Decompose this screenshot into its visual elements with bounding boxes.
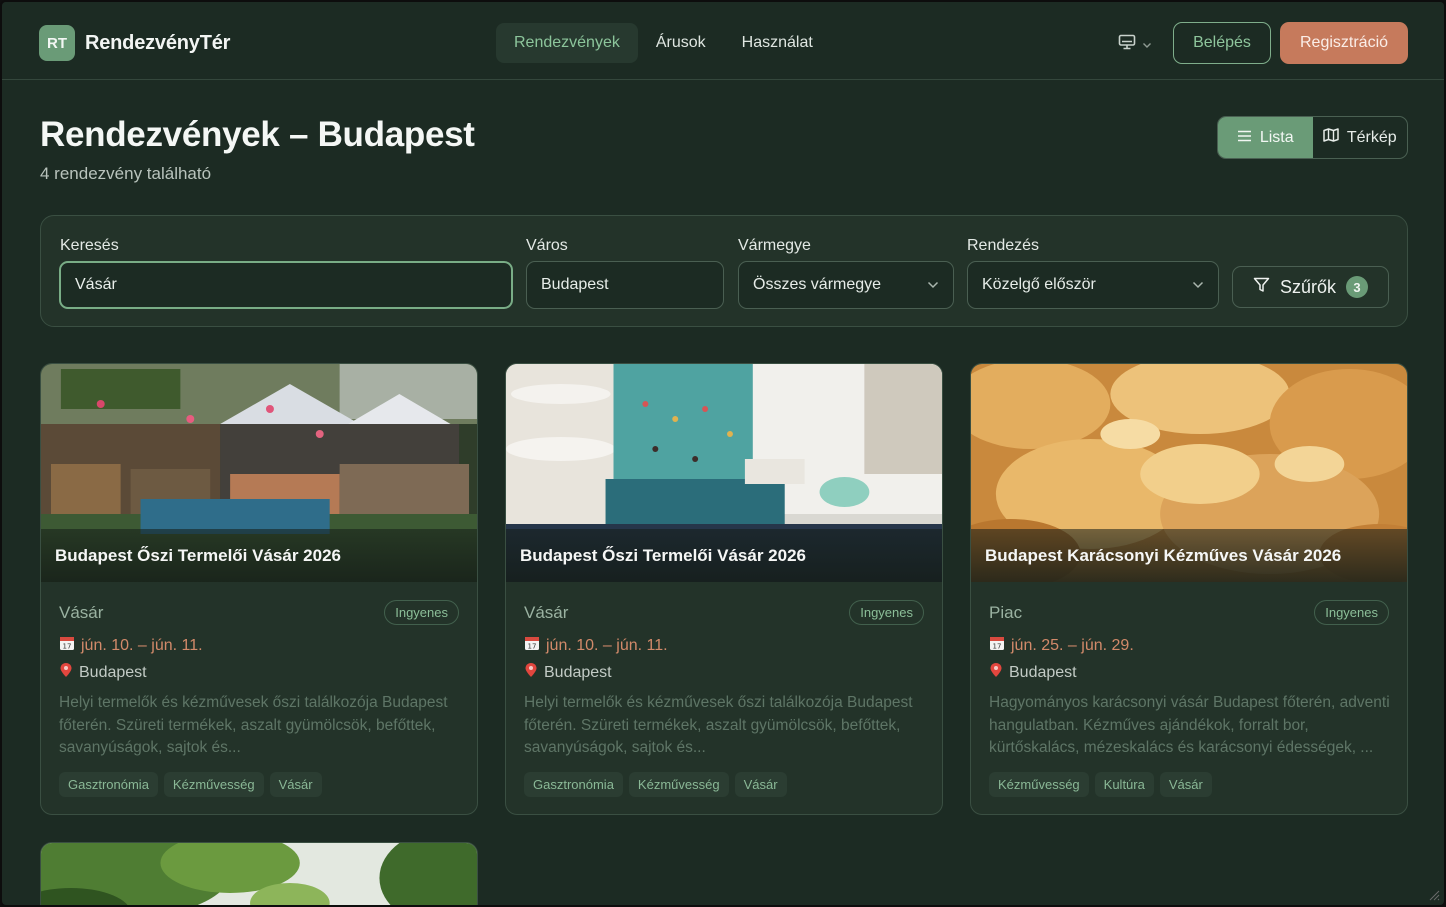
event-category: Piac xyxy=(989,603,1023,622)
event-date: 17 jún. 10. – jún. 11. xyxy=(59,635,203,656)
main-nav: Rendezvények Árusok Használat xyxy=(496,23,831,63)
svg-text:17: 17 xyxy=(63,643,72,651)
price-badge: Ingyenes xyxy=(1314,600,1389,625)
calendar-icon: 17 xyxy=(989,635,1005,656)
tag[interactable]: Gasztronómia xyxy=(524,772,623,797)
event-location: Budapest xyxy=(989,662,1077,683)
event-tags: Kézművesség Kultúra Vásár xyxy=(989,772,1212,797)
calendar-icon: 17 xyxy=(524,635,540,656)
county-value: Összes vármegye xyxy=(753,276,882,293)
event-city: Budapest xyxy=(79,663,147,681)
logo-badge: RT xyxy=(39,25,75,61)
display-mode-dropdown[interactable] xyxy=(1118,34,1152,55)
brand-logo[interactable]: RT RendezvényTér xyxy=(39,25,230,61)
svg-text:17: 17 xyxy=(528,643,537,651)
event-card[interactable]: Budapest Őszi Termelői Vásár 2026 Vásár … xyxy=(40,363,478,815)
chevron-down-icon xyxy=(1142,36,1152,54)
event-description: Helyi termelők és kézművesek őszi találk… xyxy=(524,694,913,756)
event-city: Budapest xyxy=(1009,663,1077,681)
nav-item-events[interactable]: Rendezvények xyxy=(496,23,638,63)
event-date-text: jún. 10. – jún. 11. xyxy=(81,636,203,654)
price-badge: Ingyenes xyxy=(384,600,459,625)
calendar-icon: 17 xyxy=(59,635,75,656)
login-button[interactable]: Belépés xyxy=(1173,22,1271,64)
tag[interactable]: Vásár xyxy=(1159,772,1212,797)
filter-icon xyxy=(1253,277,1270,298)
results-count: 4 rendezvény található xyxy=(40,164,212,183)
page-title: Rendezvények – Budapest xyxy=(40,115,475,154)
event-card[interactable]: Budapest Őszi Termelői Vásár 2026 Vásár … xyxy=(505,363,943,815)
tag[interactable]: Kézművesség xyxy=(989,772,1089,797)
event-description: Helyi termelők és kézművesek őszi találk… xyxy=(59,694,448,756)
pin-icon xyxy=(59,662,73,683)
event-location: Budapest xyxy=(59,662,147,683)
chevron-down-icon xyxy=(927,276,939,294)
event-description: Hagyományos karácsonyi vásár Budapest fő… xyxy=(989,694,1390,756)
chevron-down-icon xyxy=(1192,276,1204,294)
search-input[interactable] xyxy=(75,276,497,294)
event-title[interactable]: Budapest Őszi Termelői Vásár 2026 xyxy=(41,529,477,582)
county-label: Vármegye xyxy=(738,237,811,254)
filter-panel: Keresés Város Budapest Vármegye Összes v… xyxy=(40,215,1408,327)
monitor-icon xyxy=(1118,34,1136,55)
map-icon xyxy=(1323,128,1339,147)
event-city: Budapest xyxy=(544,663,612,681)
sort-select[interactable]: Közelgő először xyxy=(967,261,1219,309)
svg-text:17: 17 xyxy=(993,643,1002,651)
tag[interactable]: Kézművesség xyxy=(628,772,729,797)
pin-icon xyxy=(524,662,538,683)
list-icon xyxy=(1237,129,1252,147)
tag[interactable]: Kézművesség xyxy=(163,772,264,797)
event-title[interactable]: Budapest Őszi Termelői Vásár 2026 xyxy=(506,529,942,582)
map-view-button[interactable]: Térkép xyxy=(1313,117,1408,158)
sort-label: Rendezés xyxy=(967,237,1040,254)
filters-button-label: Szűrők xyxy=(1279,276,1337,297)
nav-item-usage[interactable]: Használat xyxy=(724,23,831,63)
list-view-button[interactable]: Lista xyxy=(1218,117,1313,158)
sort-value: Közelgő először xyxy=(982,276,1096,293)
county-select[interactable]: Összes vármegye xyxy=(738,261,954,309)
event-date: 17 jún. 25. – jún. 29. xyxy=(989,635,1134,656)
pin-icon xyxy=(989,662,1003,683)
filters-count-badge: 3 xyxy=(1346,276,1369,298)
event-title[interactable]: Budapest Karácsonyi Kézműves Vásár 2026 xyxy=(971,529,1407,582)
event-date-text: jún. 25. – jún. 29. xyxy=(1011,636,1134,654)
tag[interactable]: Gasztronómia xyxy=(59,772,158,797)
tag[interactable]: Vásár xyxy=(734,772,787,797)
nav-item-vendors[interactable]: Árusok xyxy=(638,23,724,63)
city-value: Budapest xyxy=(541,276,609,293)
event-tags: Gasztronómia Kézművesség Vásár xyxy=(59,772,322,797)
event-category: Vásár xyxy=(524,603,569,622)
event-date-text: jún. 10. – jún. 11. xyxy=(546,636,668,654)
price-badge: Ingyenes xyxy=(849,600,924,625)
tag[interactable]: Kultúra xyxy=(1094,772,1154,797)
event-location: Budapest xyxy=(524,662,612,683)
app-window: RT RendezvényTér Rendezvények Árusok Has… xyxy=(0,0,1446,907)
view-toggle: Lista Térkép xyxy=(1217,116,1408,159)
register-button[interactable]: Regisztráció xyxy=(1280,22,1408,64)
search-label: Keresés xyxy=(60,237,119,254)
event-image-trees xyxy=(41,843,477,905)
city-label: Város xyxy=(526,237,568,254)
event-date: 17 jún. 10. – jún. 11. xyxy=(524,635,668,656)
filters-button[interactable]: Szűrők 3 xyxy=(1232,266,1389,308)
event-category: Vásár xyxy=(59,603,104,622)
list-view-label: Lista xyxy=(1259,128,1294,146)
event-card[interactable]: Budapest Karácsonyi Kézműves Vásár 2026 … xyxy=(970,363,1408,815)
event-card[interactable] xyxy=(40,842,478,905)
event-tags: Gasztronómia Kézművesség Vásár xyxy=(524,772,787,797)
search-field[interactable] xyxy=(59,261,513,309)
brand-name: RendezvényTér xyxy=(85,31,231,54)
city-field[interactable]: Budapest xyxy=(526,261,724,309)
resize-handle-icon[interactable] xyxy=(1428,889,1440,901)
tag[interactable]: Vásár xyxy=(269,772,322,797)
top-navbar: RT RendezvényTér Rendezvények Árusok Has… xyxy=(2,2,1444,80)
map-view-label: Térkép xyxy=(1346,128,1397,146)
